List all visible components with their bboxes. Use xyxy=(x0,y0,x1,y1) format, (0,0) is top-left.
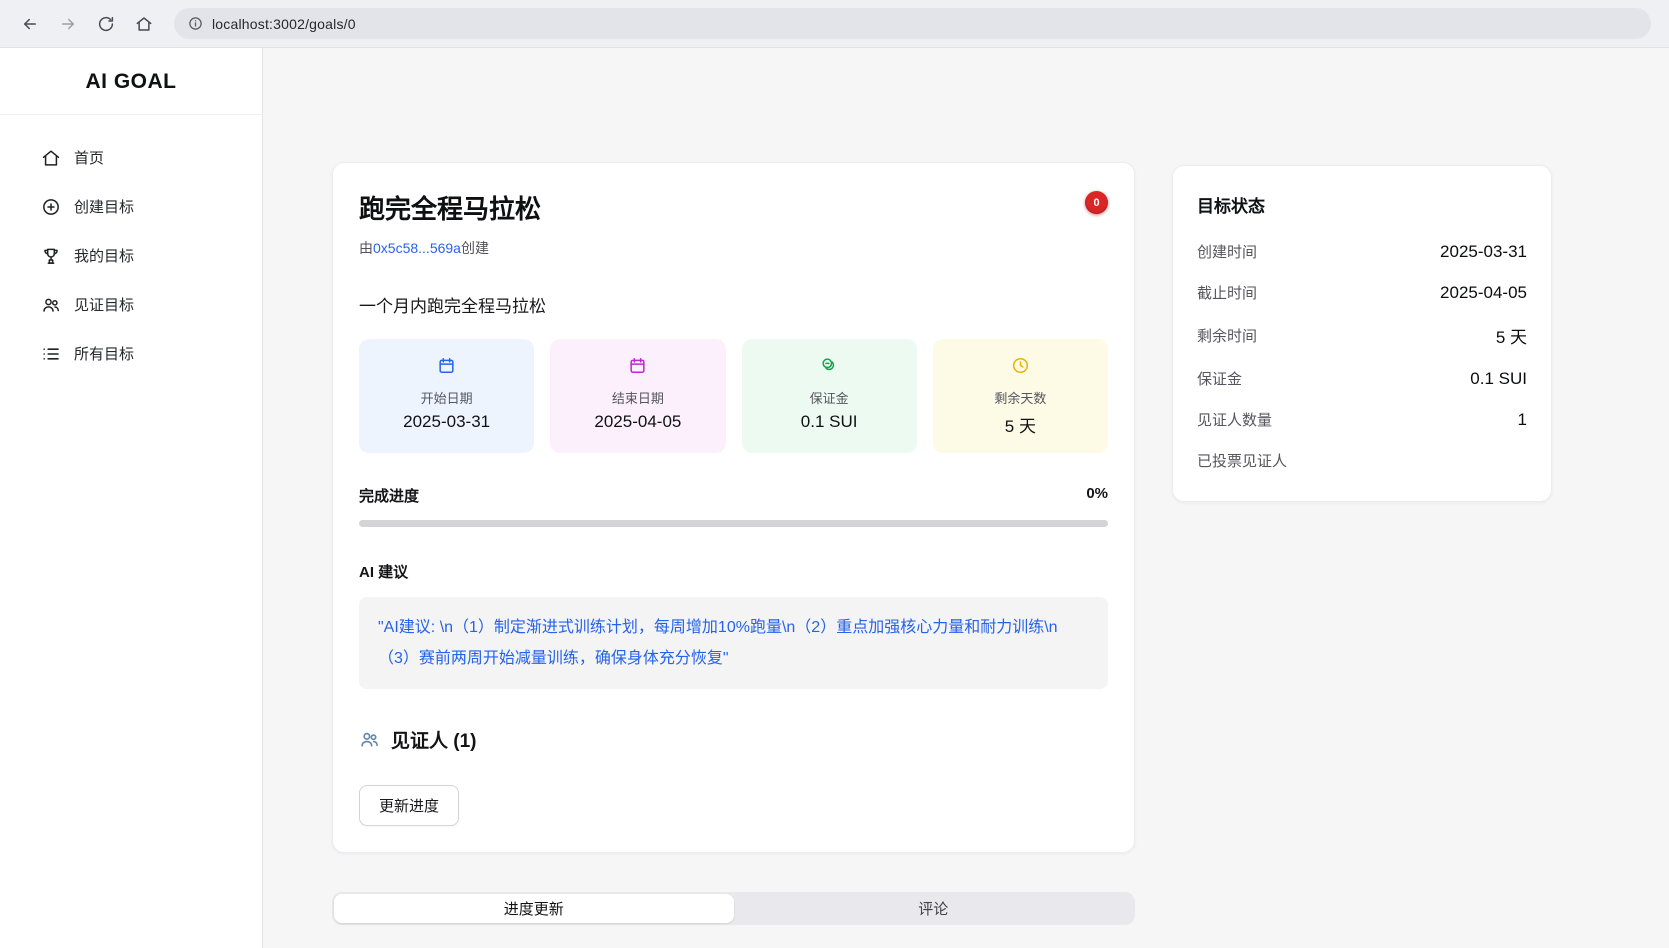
browser-forward-button[interactable] xyxy=(52,8,84,40)
progress-percent: 0% xyxy=(1086,485,1108,506)
status-label: 保证金 xyxy=(1197,368,1242,389)
status-label: 创建时间 xyxy=(1197,241,1257,262)
users-icon xyxy=(41,295,61,315)
goal-stats: 开始日期 2025-03-31 结束日期 2025-04-05 xyxy=(359,339,1108,453)
browser-back-button[interactable] xyxy=(14,8,46,40)
main-content: 跑完全程马拉松 0 由0x5c58...569a创建 一个月内跑完全程马拉松 开… xyxy=(263,48,1669,948)
creator-prefix: 由 xyxy=(359,240,373,256)
sidebar-item-label: 我的目标 xyxy=(74,245,134,266)
clock-icon xyxy=(1011,356,1030,375)
stat-label: 开始日期 xyxy=(365,388,528,407)
stat-stake: 保证金 0.1 SUI xyxy=(742,339,917,453)
sidebar-item-label: 首页 xyxy=(74,147,104,168)
witnesses-label: 见证人 (1) xyxy=(391,726,477,753)
status-row-stake: 保证金 0.1 SUI xyxy=(1197,358,1527,399)
sidebar-item-label: 见证目标 xyxy=(74,294,134,315)
goal-title: 跑完全程马拉松 xyxy=(359,189,541,226)
stat-end-date: 结束日期 2025-04-05 xyxy=(550,339,725,453)
tabs: 进度更新 评论 xyxy=(332,892,1135,925)
sidebar-item-label: 创建目标 xyxy=(74,196,134,217)
goal-card: 跑完全程马拉松 0 由0x5c58...569a创建 一个月内跑完全程马拉松 开… xyxy=(332,162,1135,853)
sidebar: AI GOAL 首页 创建目标 我的目标 xyxy=(0,48,263,948)
status-value: 0.1 SUI xyxy=(1470,369,1527,389)
address-bar[interactable]: localhost:3002/goals/0 xyxy=(174,8,1651,39)
stat-value: 2025-04-05 xyxy=(556,412,719,432)
stat-label: 保证金 xyxy=(748,388,911,407)
plus-circle-icon xyxy=(41,197,61,217)
browser-chrome: localhost:3002/goals/0 xyxy=(0,0,1669,48)
update-progress-button[interactable]: 更新进度 xyxy=(359,785,459,826)
browser-refresh-button[interactable] xyxy=(90,8,122,40)
stat-start-date: 开始日期 2025-03-31 xyxy=(359,339,534,453)
status-row-voted-witnesses: 已投票见证人 xyxy=(1197,440,1527,481)
tab-comments[interactable]: 评论 xyxy=(734,894,1134,923)
stat-value: 5 天 xyxy=(939,412,1102,437)
list-icon xyxy=(41,344,61,364)
stat-label: 结束日期 xyxy=(556,388,719,407)
calendar-icon xyxy=(628,356,647,375)
status-row-time-left: 剩余时间 5 天 xyxy=(1197,313,1527,358)
status-label: 剩余时间 xyxy=(1197,325,1257,346)
site-info-icon[interactable] xyxy=(188,16,203,31)
status-row-witness-count: 见证人数量 1 xyxy=(1197,399,1527,440)
status-label: 已投票见证人 xyxy=(1197,450,1287,471)
status-value: 2025-04-05 xyxy=(1440,283,1527,303)
trophy-icon xyxy=(41,246,61,266)
notification-badge: 0 xyxy=(1085,191,1108,214)
sidebar-item-home[interactable]: 首页 xyxy=(0,133,262,182)
status-value: 2025-03-31 xyxy=(1440,242,1527,262)
creator-suffix: 创建 xyxy=(461,240,489,256)
stat-days-left: 剩余天数 5 天 xyxy=(933,339,1108,453)
creator-line: 由0x5c58...569a创建 xyxy=(359,238,1108,258)
url-text: localhost:3002/goals/0 xyxy=(212,16,356,32)
stat-value: 2025-03-31 xyxy=(365,412,528,432)
ai-suggestion-text: "AI建议: \n（1）制定渐进式训练计划，每周增加10%跑量\n（2）重点加强… xyxy=(359,597,1108,689)
progress-bar xyxy=(359,520,1108,527)
tab-progress-updates[interactable]: 进度更新 xyxy=(334,894,734,923)
status-row-created: 创建时间 2025-03-31 xyxy=(1197,231,1527,272)
sidebar-item-all-goals[interactable]: 所有目标 xyxy=(0,329,262,378)
creator-address-link[interactable]: 0x5c58...569a xyxy=(373,240,461,256)
goal-status-panel: 目标状态 创建时间 2025-03-31 截止时间 2025-04-05 剩余时… xyxy=(1172,165,1552,502)
status-row-deadline: 截止时间 2025-04-05 xyxy=(1197,272,1527,313)
ai-suggestion-label: AI 建议 xyxy=(359,561,1108,582)
stat-value: 0.1 SUI xyxy=(748,412,911,432)
sidebar-menu: 首页 创建目标 我的目标 见证目标 xyxy=(0,115,262,378)
coins-icon xyxy=(820,356,839,375)
status-panel-title: 目标状态 xyxy=(1197,192,1527,217)
status-value: 1 xyxy=(1518,410,1527,430)
sidebar-item-label: 所有目标 xyxy=(74,343,134,364)
status-value: 5 天 xyxy=(1496,323,1527,348)
witnesses-heading: 见证人 (1) xyxy=(359,726,1108,753)
users-icon xyxy=(359,729,380,750)
goal-description: 一个月内跑完全程马拉松 xyxy=(359,292,1108,317)
sidebar-item-witness-goals[interactable]: 见证目标 xyxy=(0,280,262,329)
status-label: 见证人数量 xyxy=(1197,409,1272,430)
home-icon xyxy=(41,148,61,168)
sidebar-item-create-goal[interactable]: 创建目标 xyxy=(0,182,262,231)
calendar-icon xyxy=(437,356,456,375)
progress-label: 完成进度 xyxy=(359,485,419,506)
status-label: 截止时间 xyxy=(1197,282,1257,303)
stat-label: 剩余天数 xyxy=(939,388,1102,407)
sidebar-item-my-goals[interactable]: 我的目标 xyxy=(0,231,262,280)
browser-home-button[interactable] xyxy=(128,8,160,40)
app-logo: AI GOAL xyxy=(0,48,262,115)
